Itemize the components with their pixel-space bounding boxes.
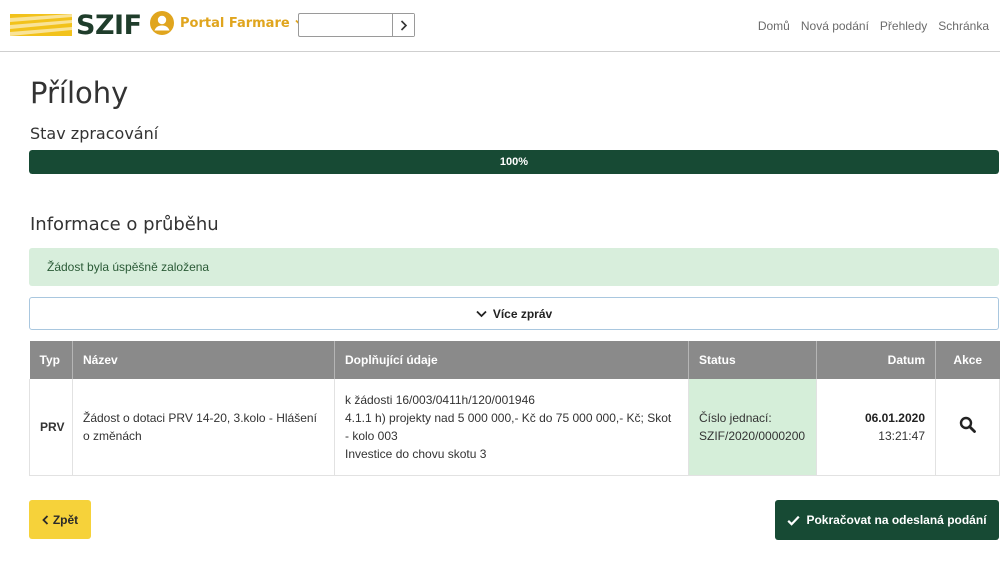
success-alert: Žádost byla úspěšně založena [29,248,999,286]
cell-nazev: Žádost o dotaci PRV 14-20, 3.kolo - Hláš… [72,379,335,476]
cell-datum: 06.01.2020 13:21:47 [816,379,936,476]
datum-time: 13:21:47 [878,428,925,443]
portal-label: Portal Farmare [180,15,290,31]
alert-text: Žádost byla úspěšně založena [47,260,210,274]
progress-text: 100% [499,156,529,168]
continue-label: Pokračovat na odeslaná podání [806,513,987,527]
header-search [298,13,415,37]
view-detail-button[interactable] [959,416,976,438]
nav-link-prehledy[interactable]: Přehledy [880,19,927,33]
top-header: SZIF Portal Farmare Domů Nová podání Pře… [0,0,1000,52]
back-button[interactable]: Zpět [29,500,91,539]
submissions-table: Typ Název Doplňující údaje Status Datum … [29,341,1000,476]
search-icon [959,416,976,433]
detail-line: Investice do chovu skotu 3 [345,446,487,461]
cell-typ: PRV [29,379,73,476]
cell-doplnujici: k žádosti 16/003/0411h/120/001946 4.1.1 … [334,379,689,476]
col-header-status: Status [688,341,817,379]
chevron-right-icon [400,19,407,31]
progress-label: Stav zpracování [30,124,159,143]
chevron-down-icon [476,310,487,317]
check-icon [787,515,801,526]
search-submit-button[interactable] [392,14,414,36]
nav-link-domu[interactable]: Domů [758,19,790,33]
chevron-left-icon [42,514,48,525]
detail-line: k žádosti 16/003/0411h/120/001946 [345,392,535,407]
cell-status: Číslo jednací: SZIF/2020/0000200 [688,379,817,476]
logo-text: SZIF [76,9,142,41]
datum-date: 06.01.2020 [864,410,925,425]
table-header-row: Typ Název Doplňující údaje Status Datum … [29,341,1000,379]
nav-link-schranka[interactable]: Schránka [938,19,989,33]
col-header-typ: Typ [29,341,73,379]
detail-line: 4.1.1 h) projekty nad 5 000 000,- Kč do … [345,410,672,443]
col-header-doplnujici: Doplňující údaje [334,341,689,379]
szif-logo[interactable]: SZIF [10,8,142,42]
col-header-akce: Akce [935,341,1000,379]
table-row: PRV Žádost o dotaci PRV 14-20, 3.kolo - … [29,379,1000,476]
more-messages-button[interactable]: Více zpráv [29,297,999,330]
nav-link-nova-podani[interactable]: Nová podání [801,19,869,33]
cell-akce [935,379,1000,476]
more-messages-label: Více zpráv [492,306,553,321]
top-navigation: Domů Nová podání Přehledy Schránka [758,19,989,33]
col-header-nazev: Název [72,341,335,379]
info-title: Informace o průběhu [30,214,219,235]
portal-menu[interactable]: Portal Farmare [150,11,306,35]
continue-to-submitted-button[interactable]: Pokračovat na odeslaná podání [775,500,999,540]
progress-bar: 100% [29,150,999,174]
szif-logo-stripes-icon [10,14,72,36]
page-title: Přílohy [30,76,129,110]
back-label: Zpět [52,512,79,527]
search-input[interactable] [299,14,391,36]
user-circle-icon [150,11,174,35]
col-header-datum: Datum [816,341,936,379]
